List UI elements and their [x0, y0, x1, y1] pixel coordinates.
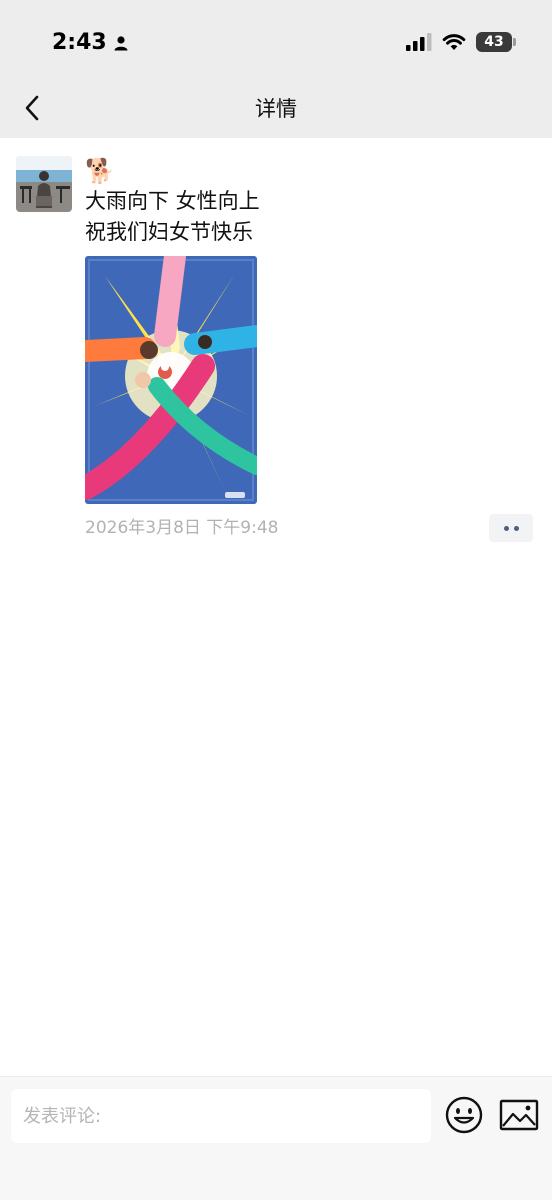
nav-bar: 详情 [0, 78, 552, 138]
signal-icon [406, 33, 432, 51]
comment-input[interactable] [11, 1089, 431, 1143]
emoji-button[interactable] [444, 1095, 484, 1135]
post-content: 🐕 大雨向下 女性向上 祝我们妇女节快乐 [85, 156, 535, 504]
person-icon [114, 35, 128, 50]
comment-bar [0, 1076, 552, 1200]
back-button[interactable] [14, 90, 50, 126]
more-actions-button[interactable] [489, 514, 533, 542]
page-title: 详情 [255, 97, 297, 121]
status-bar: 2:43 43 [0, 0, 552, 78]
wifi-icon [442, 34, 466, 50]
image-icon [499, 1099, 539, 1131]
post-text-line-1: 大雨向下 女性向上 [85, 189, 260, 213]
avatar-image [16, 156, 72, 212]
avatar[interactable] [16, 156, 72, 212]
time-text: 2:43 [52, 30, 107, 55]
image-button[interactable] [499, 1097, 539, 1133]
more-dot-icon [503, 525, 509, 531]
smiley-icon [445, 1096, 483, 1134]
post-image[interactable] [85, 256, 257, 504]
post-text-line-2: 祝我们妇女节快乐 [85, 220, 253, 244]
womens-day-poster [85, 256, 257, 504]
post-timestamp: 2026年3月8日 下午9:48 [85, 518, 279, 538]
battery-level: 43 [484, 34, 504, 50]
more-dot-icon [513, 525, 519, 531]
post-emoji: 🐕 [85, 157, 115, 185]
post-meta: 2026年3月8日 下午9:48 [85, 514, 535, 542]
battery-indicator: 43 [476, 32, 516, 52]
status-time: 2:43 [52, 30, 129, 55]
status-indicators: 43 [406, 32, 516, 52]
chevron-left-icon [25, 95, 39, 121]
